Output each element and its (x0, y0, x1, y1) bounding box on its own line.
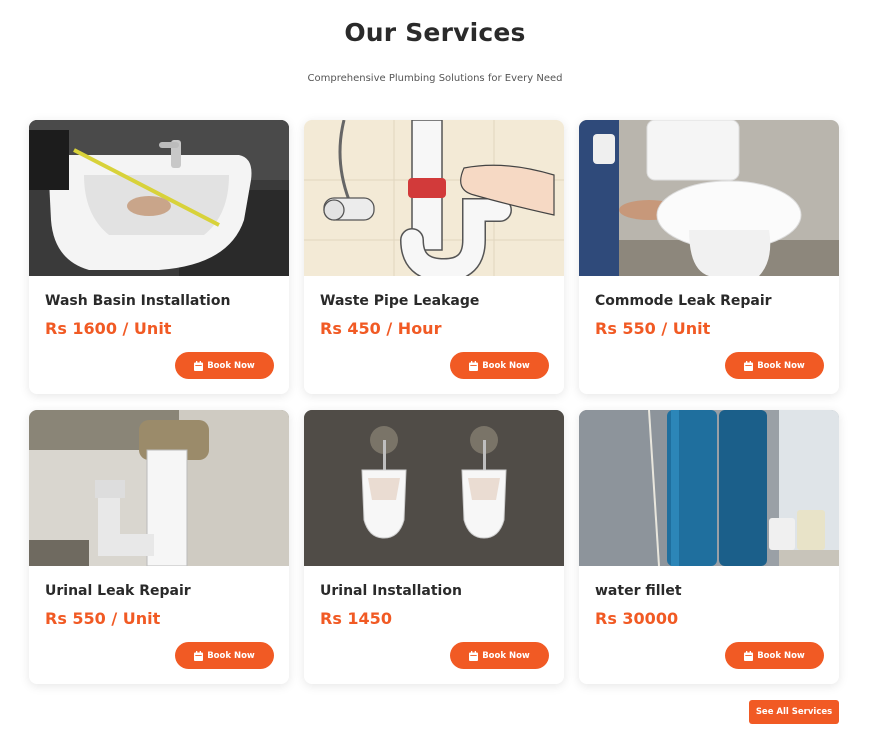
book-now-button[interactable]: Book Now (725, 352, 824, 379)
waste-pipe-image (304, 120, 564, 276)
book-now-button[interactable]: Book Now (175, 352, 274, 379)
book-now-button[interactable]: Book Now (725, 642, 824, 669)
book-now-button[interactable]: Book Now (175, 642, 274, 669)
calendar-icon (469, 360, 479, 371)
book-now-label: Book Now (482, 650, 530, 661)
service-card: Urinal Installation Rs 1450 Book Now (304, 410, 564, 684)
service-card: Waste Pipe Leakage Rs 450 / Hour Book No… (304, 120, 564, 394)
service-name: Urinal Installation (320, 583, 462, 599)
service-name: Wash Basin Installation (45, 293, 231, 309)
book-now-button[interactable]: Book Now (450, 642, 549, 669)
service-card: Urinal Leak Repair Rs 550 / Unit Book No… (29, 410, 289, 684)
service-name: Commode Leak Repair (595, 293, 772, 309)
book-now-label: Book Now (482, 360, 530, 371)
calendar-icon (744, 650, 754, 661)
section-subtitle: Comprehensive Plumbing Solutions for Eve… (307, 73, 563, 84)
urinal-leak-image (29, 410, 289, 566)
service-price: Rs 450 / Hour (320, 319, 442, 338)
book-now-label: Book Now (757, 360, 805, 371)
service-card: water fillet Rs 30000 Book Now (579, 410, 839, 684)
service-name: Waste Pipe Leakage (320, 293, 480, 309)
calendar-icon (469, 650, 479, 661)
service-name: water fillet (595, 583, 682, 599)
section-title: Our Services (344, 18, 526, 47)
wash-basin-image (29, 120, 289, 276)
service-card: Commode Leak Repair Rs 550 / Unit Book N… (579, 120, 839, 394)
service-price: Rs 30000 (595, 609, 679, 628)
service-price: Rs 550 / Unit (595, 319, 711, 338)
see-all-services-button[interactable]: See All Services (749, 700, 839, 724)
service-price: Rs 550 / Unit (45, 609, 161, 628)
water-filter-image (579, 410, 839, 566)
book-now-label: Book Now (207, 650, 255, 661)
service-price: Rs 1450 (320, 609, 392, 628)
urinal-installation-image (304, 410, 564, 566)
book-now-label: Book Now (757, 650, 805, 661)
book-now-button[interactable]: Book Now (450, 352, 549, 379)
service-name: Urinal Leak Repair (45, 583, 191, 599)
commode-image (579, 120, 839, 276)
calendar-icon (194, 360, 204, 371)
calendar-icon (194, 650, 204, 661)
service-card: Wash Basin Installation Rs 1600 / Unit B… (29, 120, 289, 394)
book-now-label: Book Now (207, 360, 255, 371)
service-price: Rs 1600 / Unit (45, 319, 172, 338)
calendar-icon (744, 360, 754, 371)
services-grid: Wash Basin Installation Rs 1600 / Unit B… (29, 120, 839, 684)
